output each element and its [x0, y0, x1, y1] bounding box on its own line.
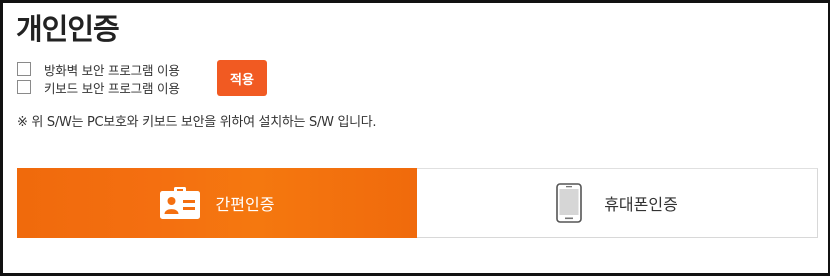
tab-simple-auth-label: 간편인증 [215, 195, 275, 214]
firewall-option-label: 방화벽 보안 프로그램 이용 [44, 62, 180, 78]
mobile-phone-icon [556, 183, 582, 223]
apply-button[interactable]: 적용 [217, 60, 267, 96]
auth-panel: 개인인증 방화벽 보안 프로그램 이용 키보드 보안 프로그램 이용 적용 ※ … [0, 0, 830, 276]
keyboard-security-checkbox[interactable] [17, 80, 31, 94]
id-card-icon [159, 187, 200, 219]
software-notice: ※ 위 S/W는 PC보호와 키보드 보안을 위하여 설치하는 S/W 입니다. [17, 115, 377, 130]
page-title: 개인인증 [16, 12, 120, 46]
keyboard-security-option-label: 키보드 보안 프로그램 이용 [44, 80, 180, 96]
tab-mobile-auth-label: 휴대폰인증 [604, 195, 678, 214]
firewall-option[interactable]: 방화벽 보안 프로그램 이용 [17, 61, 180, 78]
keyboard-security-option[interactable]: 키보드 보안 프로그램 이용 [17, 79, 180, 96]
tab-mobile-auth[interactable]: 휴대폰인증 [417, 168, 818, 238]
firewall-checkbox[interactable] [17, 62, 31, 76]
auth-method-tabs: 간편인증 휴대폰인증 [17, 168, 818, 238]
tab-simple-auth[interactable]: 간편인증 [17, 168, 417, 238]
